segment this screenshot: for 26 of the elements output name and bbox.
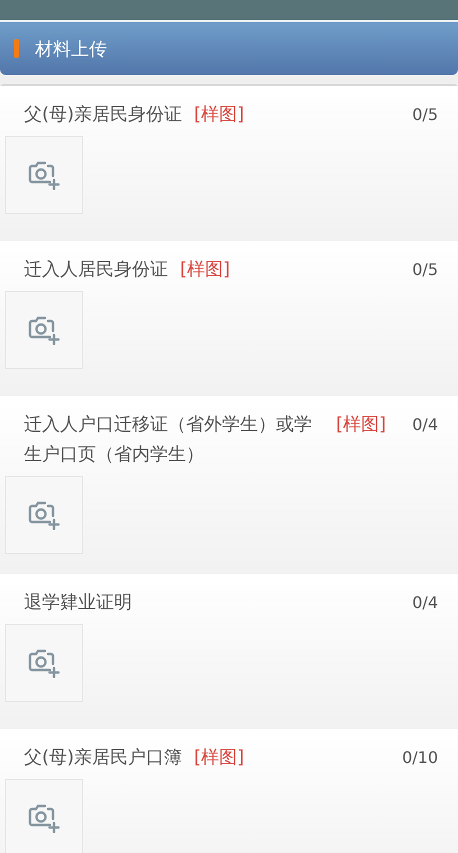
sample-link[interactable]: [样图]: [194, 743, 244, 773]
item-title: 退学肄业证明: [24, 591, 132, 615]
camera-add-icon: [28, 803, 60, 833]
header-title: 材料上传: [35, 38, 107, 60]
upload-button[interactable]: [5, 624, 83, 702]
upload-button[interactable]: [5, 136, 83, 214]
upload-button[interactable]: [5, 779, 83, 853]
camera-add-icon: [28, 648, 60, 678]
camera-add-icon: [28, 315, 60, 345]
upload-button[interactable]: [5, 476, 83, 554]
upload-count: 0/5: [412, 259, 438, 281]
sample-link[interactable]: [样图]: [194, 100, 244, 130]
upload-count: 0/4: [412, 414, 438, 436]
camera-add-icon: [28, 500, 60, 530]
sample-link[interactable]: [样图]: [336, 410, 386, 440]
item-title: 父(母)亲居民户口簿: [24, 746, 182, 770]
upload-count: 0/4: [412, 592, 438, 614]
upload-count: 0/10: [402, 747, 438, 769]
sample-link[interactable]: [样图]: [180, 255, 230, 285]
camera-add-icon: [28, 160, 60, 190]
item-title: 迁入人居民身份证: [24, 258, 168, 282]
upload-count: 0/5: [412, 104, 438, 126]
item-title: 迁入人户口迁移证（省外学生）或学生户口页（省内学生）: [24, 413, 313, 467]
upload-button[interactable]: [5, 291, 83, 369]
accent-mark: [14, 39, 19, 58]
item-title: 父(母)亲居民身份证: [24, 103, 182, 127]
